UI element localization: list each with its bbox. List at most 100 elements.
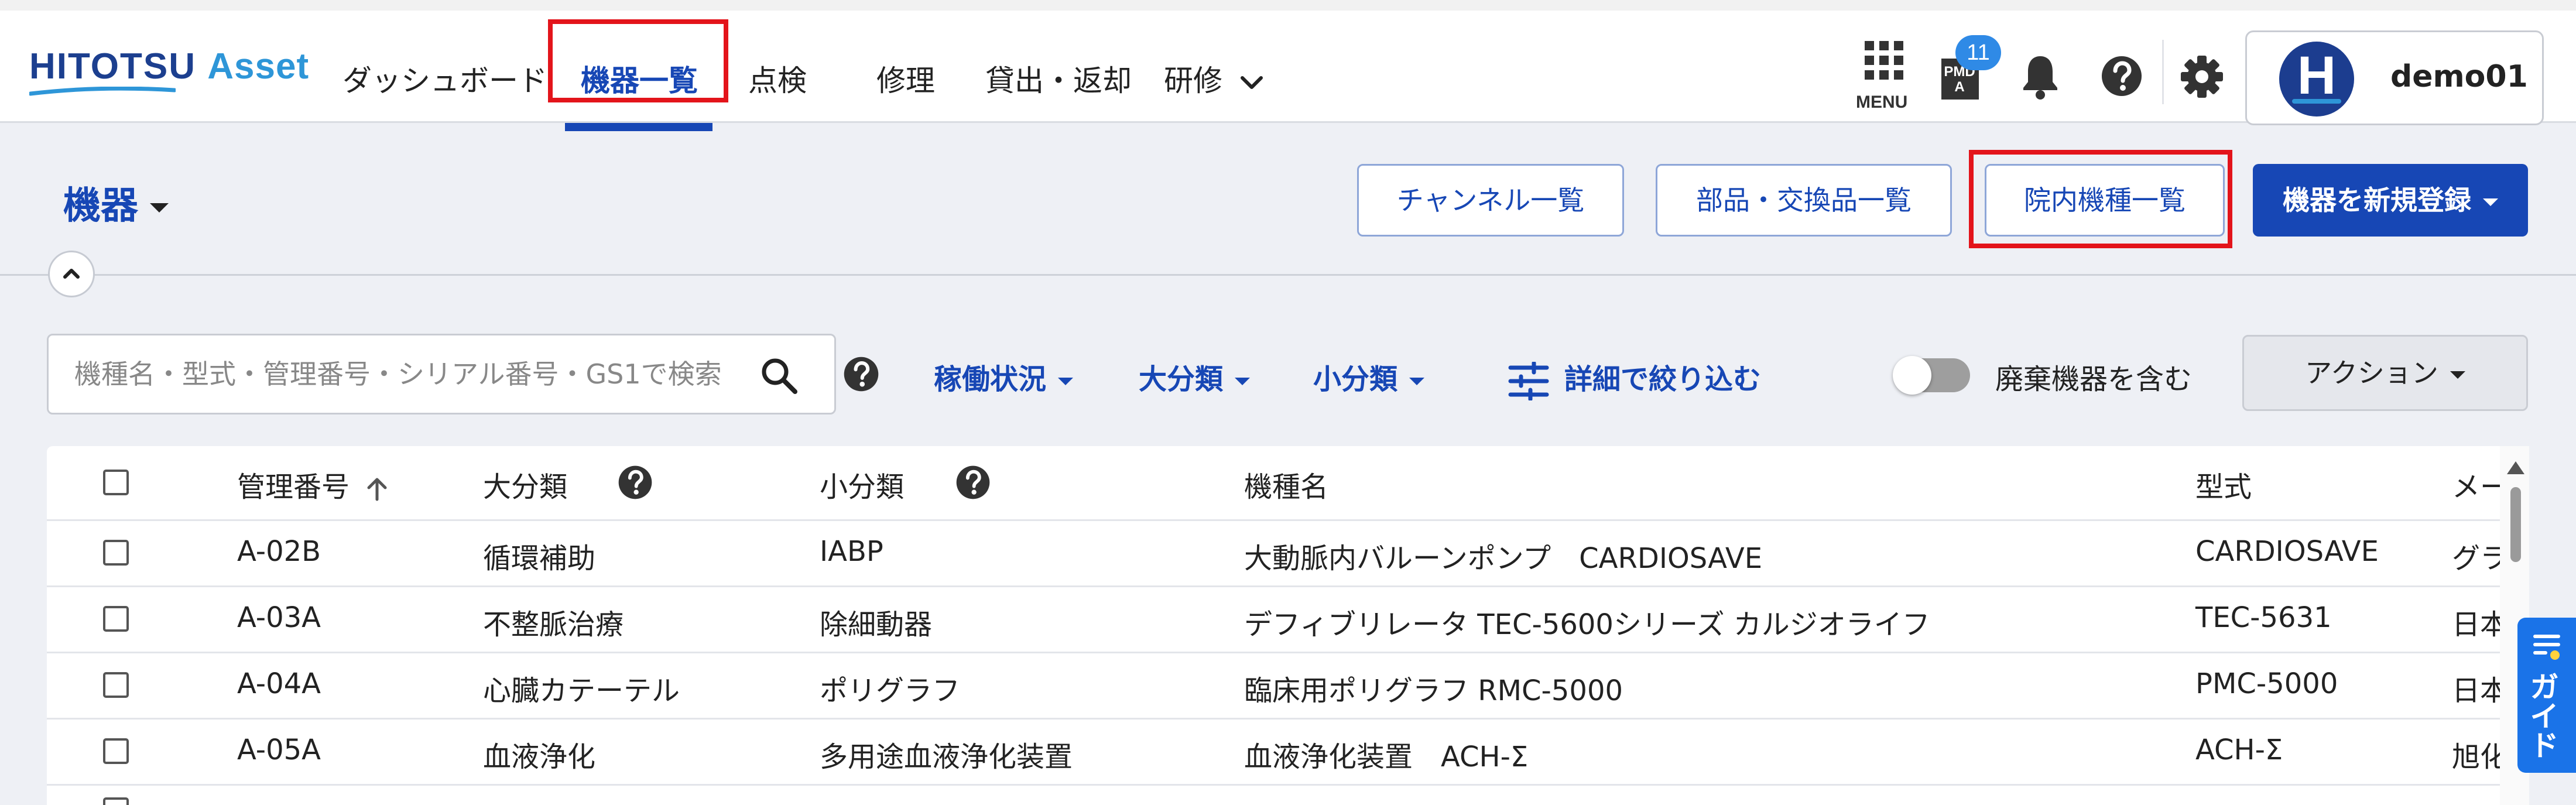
- header-divider: [2162, 40, 2164, 104]
- column-header-id-label: 管理番号: [237, 471, 350, 503]
- major-category-label: 大分類: [1139, 363, 1224, 396]
- cell-major: 不整脈治療: [483, 608, 624, 641]
- sort-ascending-icon: [367, 478, 387, 501]
- cell-minor: ポリグラフ: [820, 674, 961, 707]
- app-grid-icon[interactable]: [1864, 40, 1904, 81]
- cell-major: 循環補助: [483, 542, 596, 575]
- notification-count-badge: 11: [1955, 35, 2001, 70]
- scroll-up-arrow-icon[interactable]: [2507, 461, 2524, 474]
- search-icon[interactable]: [760, 357, 799, 395]
- cell-major: 血液浄化: [483, 741, 596, 773]
- user-menu-button[interactable]: H demo01: [2245, 30, 2544, 125]
- row-checkbox[interactable]: [103, 738, 129, 764]
- column-header-major[interactable]: 大分類: [483, 464, 567, 505]
- caret-down-icon: [150, 203, 169, 213]
- caret-down-icon: [1409, 377, 1425, 385]
- column-header-model-name[interactable]: 機種名: [1244, 464, 1328, 505]
- cell-minor: 除細動器: [820, 608, 933, 641]
- cell-model-name: 臨床用ポリグラフ RMC-5000: [1244, 674, 1623, 707]
- cell-model: ACH-Σ: [2195, 734, 2283, 766]
- section-divider: [0, 274, 2576, 276]
- operating-status-filter[interactable]: 稼働状況: [934, 356, 1074, 397]
- app-logo[interactable]: HITOTSU Asset: [29, 46, 310, 96]
- parts-list-button[interactable]: 部品・交換品一覧: [1656, 164, 1952, 237]
- chevron-up-icon: [63, 269, 80, 279]
- column-header-model[interactable]: 型式: [2195, 464, 2252, 505]
- cell-model: CARDIOSAVE: [2195, 535, 2379, 568]
- cell-id: A-03A: [237, 601, 321, 634]
- chevron-down-icon: [1240, 76, 1263, 89]
- action-label: アクション: [2305, 357, 2438, 389]
- nav-training[interactable]: 研修: [1164, 57, 1265, 100]
- scroll-thumb[interactable]: [2510, 487, 2521, 562]
- cell-model: TEC-5631: [2195, 601, 2332, 634]
- page-title: 機器: [63, 184, 138, 228]
- cell-minor: 多用途血液浄化装置: [820, 741, 1073, 773]
- guide-list-icon: [2533, 635, 2560, 660]
- avatar-initial: H: [2297, 46, 2337, 105]
- channel-list-button[interactable]: チャンネル一覧: [1357, 164, 1624, 237]
- column-header-id[interactable]: 管理番号: [237, 464, 389, 505]
- cell-model-name: 大動脈内バルーンポンプ CARDIOSAVE: [1244, 542, 1763, 575]
- row-checkbox[interactable]: [103, 606, 129, 632]
- cell-id: A-04A: [237, 667, 321, 700]
- row-checkbox[interactable]: [103, 672, 129, 698]
- menu-label: MENU: [1856, 93, 1908, 112]
- nav-repair[interactable]: 修理: [876, 57, 935, 100]
- row-checkbox[interactable]: [103, 797, 129, 805]
- cell-model-name: デフィブリレータ TEC-5600シリーズ カルジオライフ: [1244, 608, 1930, 641]
- search-box[interactable]: [47, 334, 836, 415]
- help-icon[interactable]: [955, 465, 991, 500]
- nav-lending[interactable]: 貸出・返却: [985, 57, 1132, 100]
- row-divider: [47, 652, 2529, 653]
- major-category-filter[interactable]: 大分類: [1139, 356, 1251, 397]
- include-disposed-toggle[interactable]: [1893, 356, 1970, 395]
- avatar-accent: [2292, 99, 2341, 104]
- minor-category-label: 小分類: [1313, 363, 1398, 396]
- inhouse-model-list-button[interactable]: 院内機種一覧: [1985, 164, 2225, 237]
- gear-icon[interactable]: [2180, 55, 2224, 98]
- cell-id: A-05A: [237, 734, 321, 766]
- nav-dashboard[interactable]: ダッシュボード: [342, 57, 547, 100]
- action-menu-button[interactable]: アクション: [2242, 335, 2528, 411]
- cell-minor: IABP: [820, 535, 883, 568]
- cell-id: A-02B: [237, 535, 321, 568]
- tune-icon: [1508, 361, 1549, 402]
- search-help-icon[interactable]: [843, 356, 879, 392]
- logo-accent: Asset: [207, 46, 310, 87]
- column-header-minor[interactable]: 小分類: [820, 464, 904, 505]
- include-disposed-label: 廃棄機器を含む: [1995, 363, 2193, 396]
- row-divider: [47, 784, 2529, 786]
- register-device-label: 機器を新規登録: [2283, 184, 2471, 216]
- row-divider: [47, 519, 2529, 521]
- cell-model-name: 血液浄化装置 ACH-Σ: [1244, 741, 1529, 773]
- row-divider: [47, 718, 2529, 720]
- row-divider: [47, 585, 2529, 587]
- logo-swoosh-icon: [29, 87, 176, 96]
- cell-major: 心臓カテーテル: [483, 674, 680, 707]
- advanced-filter-button[interactable]: 詳細で絞り込む: [1508, 356, 1762, 402]
- row-checkbox[interactable]: [103, 540, 129, 566]
- minor-category-filter[interactable]: 小分類: [1313, 356, 1425, 397]
- guide-tab-button[interactable]: ガイド: [2517, 618, 2576, 773]
- select-all-checkbox[interactable]: [103, 470, 129, 495]
- help-icon[interactable]: [2101, 55, 2143, 97]
- advanced-filter-label: 詳細で絞り込む: [1564, 363, 1762, 396]
- caret-down-icon: [2450, 371, 2465, 379]
- nav-active-indicator: [565, 123, 712, 131]
- cell-model: PMC-5000: [2195, 667, 2338, 700]
- toggle-knob: [1893, 356, 1931, 395]
- register-device-button[interactable]: 機器を新規登録: [2253, 164, 2528, 237]
- search-input[interactable]: [73, 353, 749, 395]
- user-name: demo01: [2390, 59, 2528, 94]
- caret-down-icon: [1058, 377, 1074, 385]
- nav-device-list[interactable]: 機器一覧: [581, 57, 698, 100]
- operating-status-label: 稼働状況: [934, 363, 1047, 396]
- nav-inspection[interactable]: 点検: [748, 57, 807, 100]
- avatar: H: [2279, 42, 2354, 117]
- help-icon[interactable]: [618, 465, 653, 500]
- top-header: HITOTSU Asset ダッシュボード 機器一覧 点検 修理 貸出・返却 研…: [0, 0, 2576, 131]
- bell-icon[interactable]: [2020, 53, 2061, 100]
- page-title-dropdown[interactable]: 機器: [63, 176, 169, 229]
- collapse-toggle-button[interactable]: [48, 251, 95, 297]
